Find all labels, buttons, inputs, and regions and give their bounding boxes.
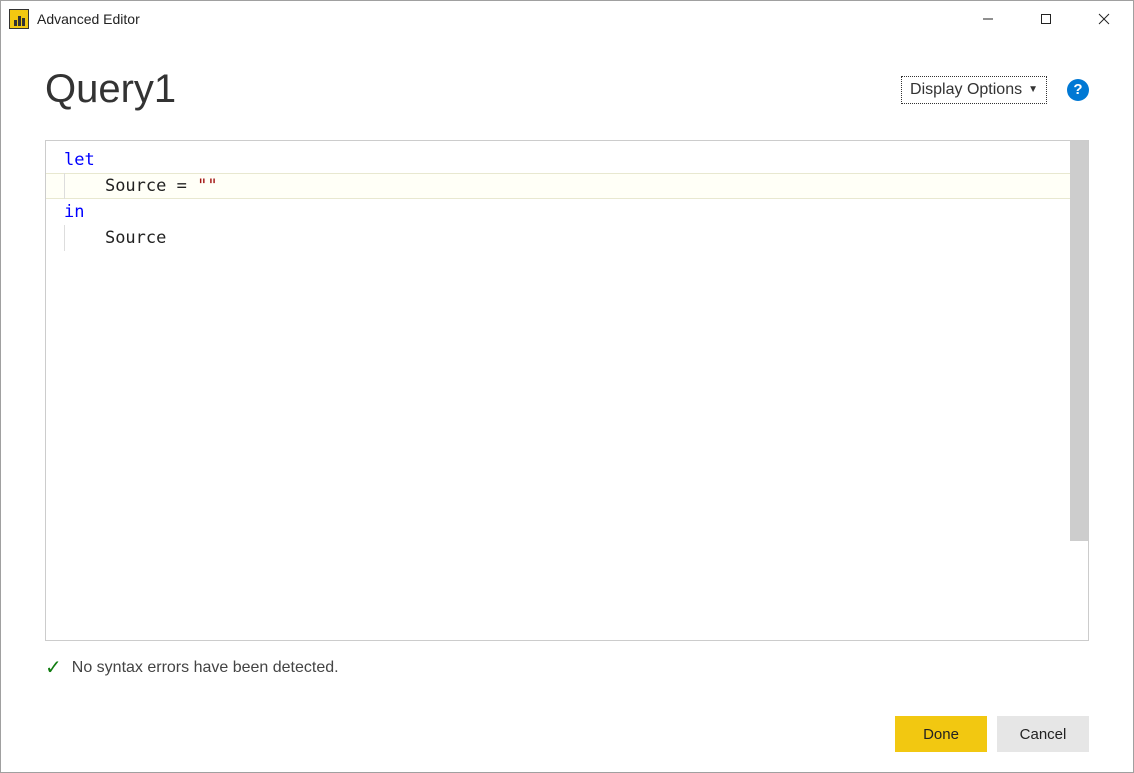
code-text: Source — [105, 228, 166, 248]
maximize-icon — [1040, 13, 1052, 25]
minimize-icon — [982, 13, 994, 25]
window-title: Advanced Editor — [37, 11, 140, 27]
titlebar: Advanced Editor — [1, 1, 1133, 37]
code-line-2: Source = "" — [64, 173, 1070, 199]
keyword-in: in — [64, 202, 84, 222]
done-button[interactable]: Done — [895, 716, 987, 752]
cancel-button[interactable]: Cancel — [997, 716, 1089, 752]
close-icon — [1097, 12, 1111, 26]
status-row: ✓ No syntax errors have been detected. — [45, 655, 1089, 680]
code-editor[interactable]: let Source = "" in Source — [45, 140, 1089, 641]
help-icon[interactable]: ? — [1067, 79, 1089, 101]
display-options-dropdown[interactable]: Display Options ▼ — [901, 76, 1047, 104]
editor-content: let Source = "" in Source — [46, 141, 1088, 640]
header-right: Display Options ▼ ? — [901, 76, 1089, 104]
code-line-3: in — [64, 199, 1070, 225]
keyword-let: let — [64, 150, 95, 170]
titlebar-left: Advanced Editor — [9, 9, 140, 29]
check-icon: ✓ — [45, 655, 62, 680]
minimize-button[interactable] — [959, 1, 1017, 37]
titlebar-controls — [959, 1, 1133, 37]
code-line-4: Source — [64, 225, 1070, 251]
code-line-1: let — [64, 147, 1070, 173]
header-row: Query1 Display Options ▼ ? — [45, 67, 1089, 112]
vertical-scrollbar[interactable] — [1070, 141, 1088, 541]
app-icon — [9, 9, 29, 29]
content-area: Query1 Display Options ▼ ? let Source = … — [1, 37, 1133, 772]
query-title: Query1 — [45, 67, 176, 112]
status-message: No syntax errors have been detected. — [72, 659, 339, 677]
code-text: Source = — [105, 176, 197, 196]
close-button[interactable] — [1075, 1, 1133, 37]
chevron-down-icon: ▼ — [1028, 84, 1038, 95]
button-row: Done Cancel — [45, 716, 1089, 752]
code-string: "" — [197, 176, 217, 196]
display-options-label: Display Options — [910, 81, 1022, 99]
maximize-button[interactable] — [1017, 1, 1075, 37]
